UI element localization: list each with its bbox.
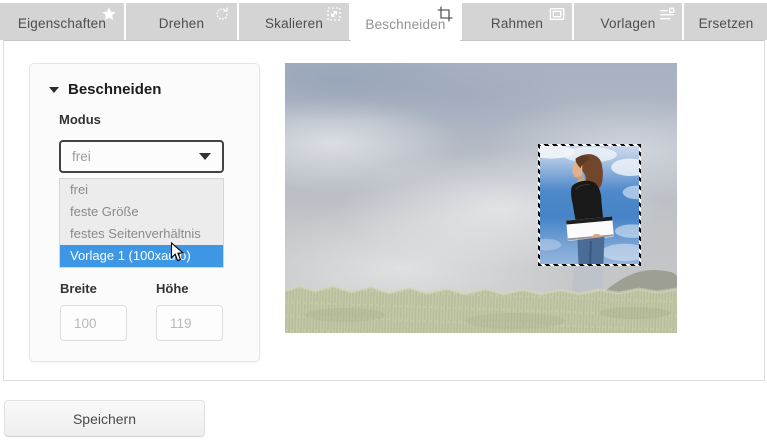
- chevron-down-icon: [199, 153, 211, 160]
- star-icon: [101, 6, 117, 22]
- tab-rahmen[interactable]: Rahmen: [462, 3, 572, 40]
- tab-beschneiden[interactable]: Beschneiden: [351, 3, 460, 41]
- mode-select-value: frei: [61, 149, 199, 164]
- tab-label: Beschneiden: [365, 17, 445, 32]
- crop-selection[interactable]: [538, 144, 641, 266]
- tab-label: Rahmen: [491, 16, 543, 31]
- scale-icon: [326, 6, 342, 22]
- mode-label: Modus: [59, 112, 101, 127]
- tab-label: Drehen: [159, 16, 204, 31]
- mode-select[interactable]: frei: [59, 140, 224, 173]
- dropdown-option-festes-seitenverhaeltnis[interactable]: festes Seitenverhältnis: [60, 223, 223, 245]
- templates-icon: [659, 6, 675, 22]
- tab-skalieren[interactable]: Skalieren: [239, 3, 349, 40]
- height-label: Höhe: [156, 281, 189, 296]
- crop-icon: [437, 6, 453, 22]
- person-in-crop-graphic: [540, 146, 639, 264]
- tab-bar: Eigenschaften Drehen Skalieren Beschneid…: [0, 3, 767, 41]
- dropdown-option-vorlage-1[interactable]: Vorlage 1 (100xauto): [60, 245, 223, 267]
- tab-ersetzen[interactable]: Ersetzen: [684, 3, 767, 40]
- tab-vorlagen[interactable]: Vorlagen: [574, 3, 682, 40]
- width-input[interactable]: [60, 305, 127, 341]
- frame-icon: [549, 6, 565, 22]
- tab-label: Ersetzen: [699, 16, 754, 31]
- tab-label: Eigenschaften: [18, 16, 106, 31]
- tab-label: Skalieren: [265, 16, 323, 31]
- tab-drehen[interactable]: Drehen: [126, 3, 237, 40]
- tab-eigenschaften[interactable]: Eigenschaften: [0, 3, 124, 40]
- panel-title: Beschneiden: [68, 81, 161, 98]
- dropdown-option-frei[interactable]: frei: [60, 179, 223, 201]
- mode-dropdown-list: frei feste Größe festes Seitenverhältnis…: [59, 178, 224, 268]
- height-input[interactable]: [156, 305, 223, 341]
- save-button[interactable]: Speichern: [4, 400, 205, 437]
- panel-collapse-header[interactable]: Beschneiden: [49, 81, 161, 98]
- collapse-triangle-icon: [49, 87, 59, 93]
- width-label: Breite: [60, 281, 97, 296]
- tab-label: Vorlagen: [601, 16, 656, 31]
- dropdown-option-feste-groesse[interactable]: feste Größe: [60, 201, 223, 223]
- photo-preview[interactable]: [285, 63, 677, 333]
- rotate-icon: [214, 6, 230, 22]
- crop-workspace: Beschneiden Modus frei frei feste Größe …: [3, 40, 765, 381]
- crop-settings-panel: Beschneiden Modus frei frei feste Größe …: [29, 63, 260, 362]
